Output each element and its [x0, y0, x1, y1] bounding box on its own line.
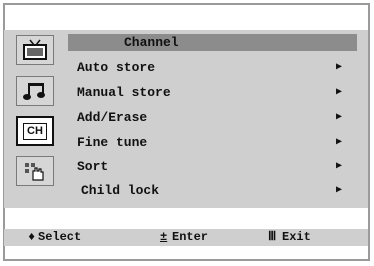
picture-menu-button[interactable]: [16, 35, 54, 65]
channel-icon-label: CH: [27, 125, 43, 137]
menu-item-label: Add/Erase: [77, 110, 148, 125]
channel-icon: CH: [23, 122, 47, 140]
menu-item-sort[interactable]: Sort ▶: [77, 157, 342, 177]
submenu-arrow-icon: ▶: [335, 185, 342, 196]
menu-title-bar: Channel: [68, 34, 357, 51]
submenu-arrow-icon: ▶: [335, 137, 342, 148]
menu-item-label: Auto store: [77, 60, 156, 75]
submenu-arrow-icon: ▶: [335, 87, 342, 98]
menu-item-label: Fine tune: [77, 135, 148, 150]
enter-symbol-icon: ±: [160, 230, 168, 244]
setup-menu-button[interactable]: [16, 156, 54, 186]
menu-item-auto-store[interactable]: Auto store ▶: [77, 58, 342, 78]
submenu-arrow-icon: ▶: [335, 112, 342, 123]
exit-label: Exit: [282, 230, 311, 244]
exit-menu-icon: Ⅲ: [268, 230, 277, 244]
sound-music-icon: [23, 83, 45, 100]
menu-item-label: Sort: [77, 159, 109, 174]
menu-item-child-lock[interactable]: Child lock ▶: [77, 181, 342, 201]
submenu-arrow-icon: ▶: [335, 62, 342, 73]
menu-item-label: Child lock: [81, 183, 160, 198]
tv-picture-icon: [23, 39, 47, 60]
menu-title: Channel: [124, 35, 179, 50]
menu-item-fine-tune[interactable]: Fine tune ▶: [77, 133, 342, 153]
sound-menu-button[interactable]: [16, 76, 54, 106]
help-bar: ♦ Select ± Enter Ⅲ Exit: [4, 229, 368, 246]
menu-item-manual-store[interactable]: Manual store ▶: [77, 83, 342, 103]
submenu-arrow-icon: ▶: [335, 161, 342, 172]
enter-label: Enter: [172, 230, 209, 244]
select-label: Select: [38, 230, 82, 244]
setup-hand-icon: [25, 163, 44, 181]
menu-item-add-erase[interactable]: Add/Erase ▶: [77, 108, 342, 128]
select-arrows-icon: ♦: [28, 230, 36, 244]
menu-item-label: Manual store: [77, 85, 171, 100]
channel-menu-button[interactable]: CH: [16, 116, 54, 146]
